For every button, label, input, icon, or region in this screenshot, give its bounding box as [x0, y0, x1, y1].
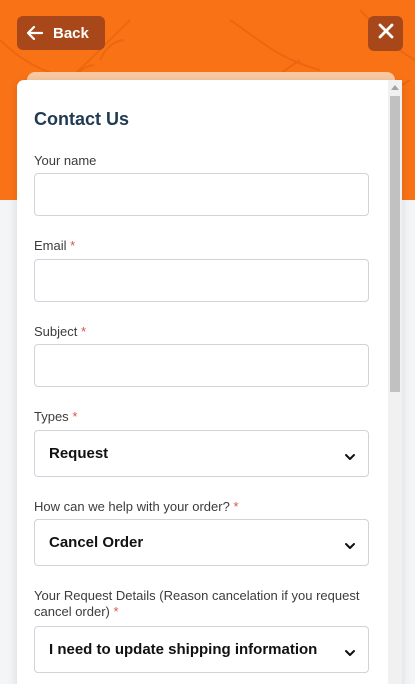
details-selected-value: I need to update shipping information — [49, 641, 318, 658]
name-label: Your name — [34, 153, 97, 168]
details-label: Your Request Details (Reason cancelation… — [34, 588, 360, 619]
email-field[interactable] — [34, 259, 369, 302]
triangle-up-icon — [391, 85, 399, 90]
details-select[interactable]: I need to update shipping information — [34, 626, 369, 673]
back-button[interactable]: Back — [17, 16, 105, 50]
chevron-down-icon — [344, 645, 356, 656]
name-field[interactable] — [34, 173, 369, 216]
email-label: Email * — [34, 238, 76, 253]
back-label: Back — [53, 24, 89, 42]
chevron-down-icon — [344, 538, 356, 549]
types-select[interactable]: Request — [34, 430, 369, 477]
page-title: Contact Us — [34, 109, 130, 129]
types-label: Types * — [34, 409, 78, 424]
chevron-down-icon — [344, 449, 356, 460]
subject-field[interactable] — [34, 344, 369, 387]
scroll-up-arrow[interactable] — [388, 80, 402, 94]
help-selected-value: Cancel Order — [49, 534, 144, 551]
help-select[interactable]: Cancel Order — [34, 519, 369, 566]
types-selected-value: Request — [49, 445, 109, 462]
contact-form-card: Contact Us Your name Email * Subject * T… — [17, 80, 402, 684]
help-label: How can we help with your order? * — [34, 499, 239, 514]
scrollbar-thumb[interactable] — [390, 96, 400, 392]
close-icon — [378, 23, 394, 44]
subject-label: Subject * — [34, 324, 87, 339]
arrow-left-icon — [26, 24, 44, 42]
close-button[interactable] — [368, 16, 403, 51]
